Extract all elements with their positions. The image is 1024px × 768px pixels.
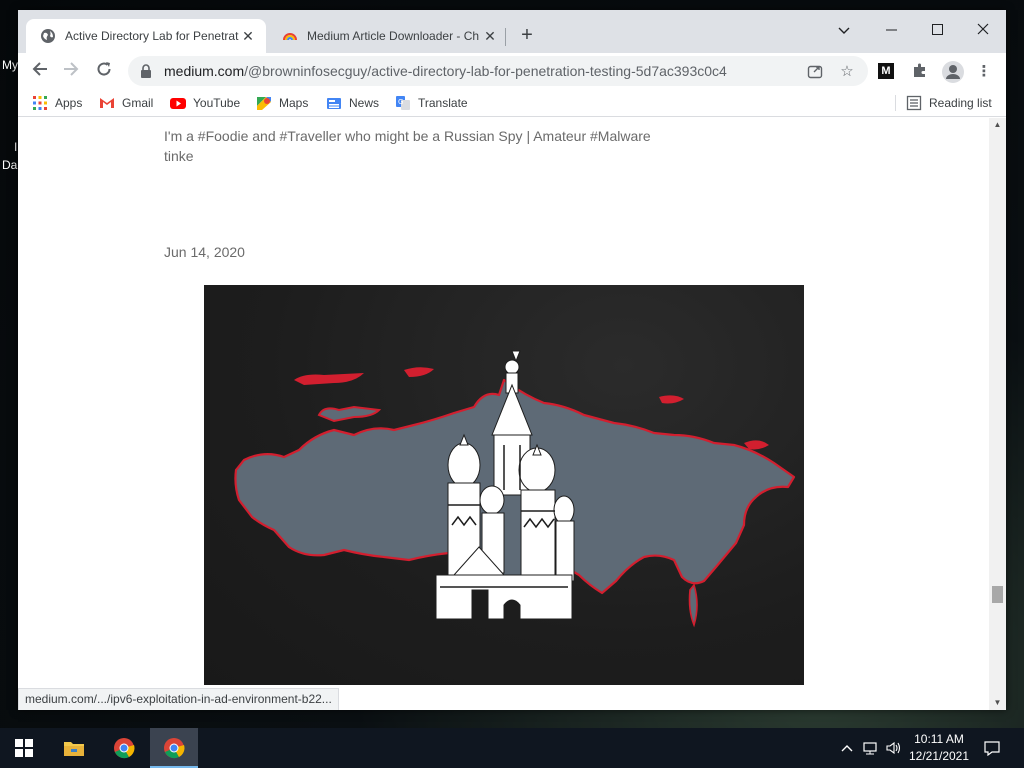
browser-toolbar: medium.com/@browninfosecguy/active-direc…	[18, 53, 1006, 89]
bookmark-label: Translate	[418, 96, 468, 110]
page-scrollbar[interactable]: ▲ ▼	[989, 118, 1006, 710]
tray-chevron-up-icon[interactable]	[838, 728, 856, 768]
bookmark-label: Gmail	[122, 96, 154, 110]
close-tab-icon[interactable]: ✕	[482, 28, 498, 45]
page-content: I'm a #Foodie and #Traveller who might b…	[18, 118, 993, 710]
tab-active-directory-lab[interactable]: Active Directory Lab for Penetrat ✕	[26, 19, 266, 53]
youtube-icon	[170, 98, 186, 109]
file-explorer-button[interactable]	[50, 728, 98, 768]
tab-strip: Active Directory Lab for Penetrat ✕ Medi…	[18, 10, 1006, 53]
bookmark-youtube[interactable]: YouTube	[170, 94, 240, 112]
extensions-puzzle-icon[interactable]	[910, 62, 930, 82]
url-text: medium.com/@browninfosecguy/active-direc…	[164, 63, 727, 79]
svg-text:G: G	[398, 98, 403, 106]
desktop-icon-label[interactable]: I	[14, 140, 17, 154]
rainbow-icon	[283, 33, 297, 41]
taskbar-clock[interactable]: 10:11 AM 12/21/2021	[902, 731, 976, 765]
gmail-icon	[100, 98, 114, 108]
close-tab-icon[interactable]: ✕	[240, 28, 256, 45]
article-date: Jun 14, 2020	[164, 244, 245, 260]
bookmark-maps[interactable]: Maps	[256, 94, 308, 112]
address-bar[interactable]: medium.com/@browninfosecguy/active-direc…	[128, 56, 868, 86]
notification-center-icon[interactable]	[980, 728, 1004, 768]
close-window-icon[interactable]	[960, 16, 1006, 46]
kebab-menu-icon[interactable]: ⋮	[974, 62, 994, 82]
profile-avatar-icon[interactable]	[942, 61, 964, 83]
start-button[interactable]	[0, 728, 48, 768]
tab-medium-downloader[interactable]: Medium Article Downloader - Ch ✕	[268, 19, 508, 53]
chrome-taskbar-button-active[interactable]	[150, 728, 198, 768]
clock-date: 12/21/2021	[908, 749, 970, 763]
bookmark-label: Maps	[279, 96, 309, 110]
tab-title: Medium Article Downloader - Ch	[307, 29, 480, 43]
network-icon[interactable]	[860, 728, 882, 768]
tab-search-chevron-icon[interactable]	[821, 16, 867, 46]
folder-icon	[64, 742, 84, 756]
windows-taskbar: 10:11 AM 12/21/2021	[0, 728, 1024, 768]
scroll-down-arrow-icon[interactable]: ▼	[989, 696, 1006, 710]
apps-grid-icon	[33, 96, 47, 110]
bookmarks-bar: Apps Gmail YouTube Maps News G Translate…	[18, 89, 1006, 117]
lock-icon[interactable]	[140, 64, 152, 78]
bookmark-star-icon[interactable]: ☆	[838, 63, 856, 81]
chrome-icon	[164, 738, 185, 759]
russia-map-kremlin-illustration	[234, 350, 796, 628]
back-arrow-icon[interactable]	[27, 58, 53, 84]
link-status-bar: medium.com/.../ipv6-exploitation-in-ad-e…	[18, 688, 339, 710]
bookmark-gmail[interactable]: Gmail	[99, 94, 153, 112]
volume-icon[interactable]	[884, 728, 904, 768]
reading-list-icon	[906, 95, 922, 111]
globe-icon	[41, 29, 55, 43]
scrollbar-thumb[interactable]	[992, 586, 1003, 603]
bookmarks-divider	[895, 95, 896, 111]
forward-arrow-icon[interactable]	[58, 58, 84, 84]
desktop-icon-label[interactable]: Da	[2, 158, 17, 172]
browser-window: Active Directory Lab for Penetrat ✕ Medi…	[18, 10, 1006, 710]
article-hero-image[interactable]	[204, 285, 804, 685]
medium-extension-icon[interactable]: M	[878, 63, 894, 79]
reading-list-button[interactable]: Reading list	[906, 94, 992, 112]
chrome-taskbar-button[interactable]	[100, 728, 148, 768]
maps-icon	[257, 97, 271, 110]
news-icon	[327, 98, 341, 109]
bookmark-label: Apps	[55, 96, 83, 110]
maximize-icon[interactable]	[914, 16, 960, 46]
tab-title: Active Directory Lab for Penetrat	[65, 29, 239, 43]
tab-divider	[505, 28, 506, 46]
scroll-up-arrow-icon[interactable]: ▲	[989, 118, 1006, 132]
minimize-icon[interactable]	[868, 16, 914, 46]
share-icon[interactable]	[806, 63, 824, 81]
bookmark-label: YouTube	[193, 96, 241, 110]
desktop-icon-label[interactable]: My	[2, 58, 18, 72]
bookmark-translate[interactable]: G Translate	[395, 94, 468, 112]
author-bio: I'm a #Foodie and #Traveller who might b…	[164, 128, 651, 164]
reading-list-label: Reading list	[929, 96, 992, 110]
bookmark-news[interactable]: News	[326, 94, 379, 112]
translate-icon: G	[396, 96, 410, 110]
bookmark-apps[interactable]: Apps	[32, 94, 82, 112]
clock-time: 10:11 AM	[914, 732, 964, 746]
new-tab-icon[interactable]: +	[516, 24, 538, 47]
bookmark-label: News	[349, 96, 380, 110]
windows-logo-icon	[15, 739, 33, 757]
chrome-icon	[114, 738, 135, 759]
reload-icon[interactable]	[91, 58, 117, 84]
